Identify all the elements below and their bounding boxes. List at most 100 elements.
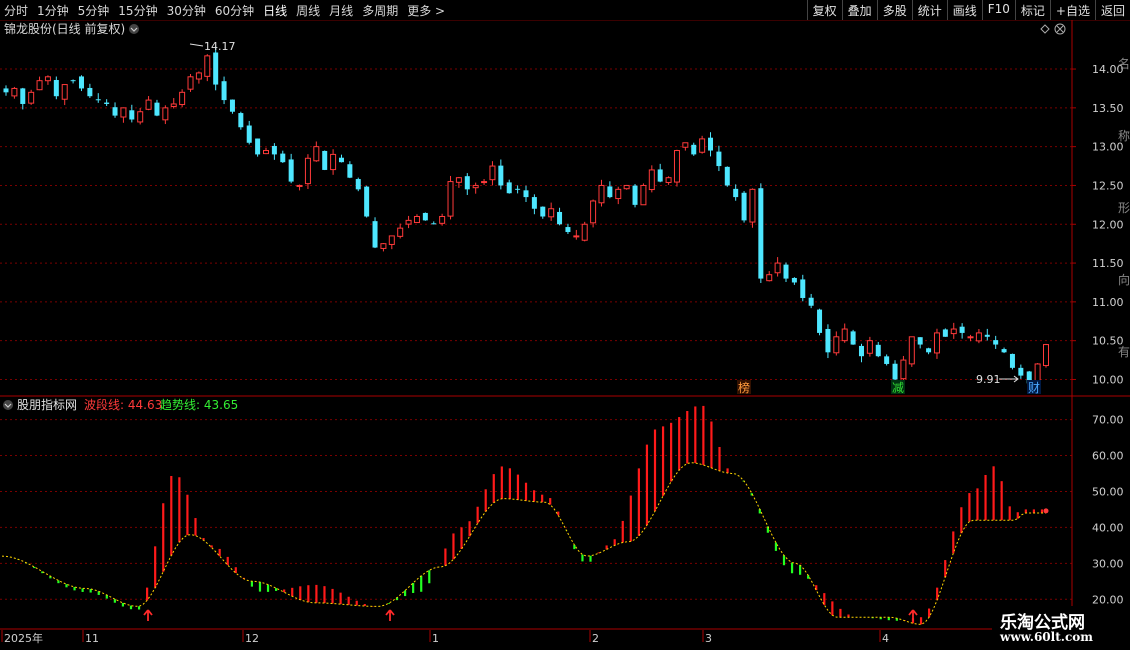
toolbar: 分时 1分钟 5分钟 15分钟 30分钟 60分钟 日线 周线 月线 多周期 更多 > 复权 叠加 多股…: [0, 0, 1130, 21]
candle-body: [195, 72, 202, 80]
candle-body: [724, 166, 730, 186]
candle-body: [926, 348, 932, 353]
candle-body: [322, 150, 328, 170]
close-icon[interactable]: [1054, 23, 1066, 35]
candle-body: [866, 340, 873, 354]
candle-body: [623, 184, 630, 190]
candle-body: [967, 336, 974, 339]
candle-body: [154, 102, 160, 116]
period-tab[interactable]: 1分钟: [37, 2, 69, 19]
candle-body: [280, 153, 286, 163]
side-char: 向: [1118, 272, 1130, 287]
indicator-tick-label: 60.00: [1092, 450, 1124, 463]
candle-body: [78, 76, 84, 89]
candle-body: [271, 145, 277, 155]
period-tab[interactable]: 月线: [329, 2, 353, 19]
candle-body: [481, 181, 488, 184]
candle-body: [263, 150, 269, 155]
candle-body: [1001, 349, 1007, 353]
candle-body: [447, 181, 454, 217]
stock-title: 锦龙股份(日线 前复权): [4, 21, 125, 36]
candle-body: [523, 190, 529, 198]
candle-body: [581, 223, 588, 241]
period-tab[interactable]: 周线: [296, 2, 320, 19]
indicator-tick-label: 70.00: [1092, 414, 1124, 427]
candle-body: [506, 182, 512, 194]
low-pointer-icon: [999, 375, 1019, 383]
candle-body: [120, 107, 127, 118]
candle-body: [741, 192, 747, 221]
candle-body: [900, 359, 907, 380]
watermark-line2: www.60lt.com: [1000, 630, 1093, 644]
candle-body: [162, 107, 169, 121]
candle-body: [975, 332, 982, 342]
candle-body: [170, 103, 177, 107]
candle-body: [648, 169, 655, 191]
candle-body: [950, 328, 957, 335]
period-tab[interactable]: 更多 >: [407, 2, 445, 19]
buy-arrow-icon: [385, 609, 395, 621]
period-tab[interactable]: 日线: [263, 2, 287, 19]
price-tick-label: 12.50: [1092, 179, 1124, 192]
buy-arrow-icon: [908, 609, 918, 621]
toolbar-button[interactable]: 返回: [1094, 0, 1130, 20]
candle-body: [984, 334, 990, 337]
candles: [3, 46, 1049, 389]
candle-body: [145, 99, 152, 110]
high-price-label: 14.17: [204, 40, 236, 53]
candle-body: [413, 216, 420, 224]
price-tick-label: 11.50: [1092, 257, 1124, 270]
period-tab[interactable]: 60分钟: [215, 2, 254, 19]
candle-body: [1018, 367, 1024, 376]
toolbar-button[interactable]: 叠加: [841, 0, 877, 20]
candle-body: [464, 176, 470, 190]
toolbar-button[interactable]: 复权: [806, 0, 842, 20]
price-axis: 10.0010.5011.0011.5012.0012.5013.0013.50…: [1072, 56, 1130, 386]
side-char: 名: [1118, 56, 1130, 71]
candle-body: [590, 200, 597, 224]
period-tab[interactable]: 分时: [4, 2, 28, 19]
period-tab[interactable]: 5分钟: [78, 2, 110, 19]
candle-body: [942, 329, 948, 337]
candle-body: [766, 274, 773, 282]
candle-body: [229, 99, 235, 112]
stock-chart[interactable]: 10.0010.5011.0011.5012.0012.5013.0013.50…: [0, 20, 1130, 650]
candle-body: [20, 88, 26, 104]
diamond-icon[interactable]: [1040, 24, 1050, 34]
high-pointer-icon: [189, 43, 204, 47]
candle-body: [179, 91, 186, 106]
period-tab[interactable]: 15分钟: [118, 2, 157, 19]
candle-body: [783, 264, 789, 279]
collapse-icon[interactable]: [129, 24, 139, 34]
period-tab[interactable]: 多周期: [362, 2, 398, 19]
marker-jian: 减: [892, 381, 904, 395]
toolbar-button[interactable]: 统计: [911, 0, 947, 20]
candle-body: [657, 169, 663, 182]
toolbar-button[interactable]: 标记: [1014, 0, 1050, 20]
candle-body: [993, 340, 999, 345]
candle-body: [489, 165, 496, 181]
candle-body: [933, 332, 940, 354]
candle-body: [959, 326, 965, 333]
side-char: 称: [1118, 129, 1130, 143]
toolbar-button[interactable]: 多股: [876, 0, 912, 20]
candle-body: [691, 144, 697, 155]
watermark: 乐淘公式网 www.60lt.com: [992, 606, 1130, 650]
main-grid: [0, 68, 1072, 380]
candle-body: [372, 221, 378, 248]
period-tab[interactable]: 30分钟: [167, 2, 206, 19]
toolbar-button[interactable]: F10: [981, 0, 1015, 20]
low-price-label: 9.91: [976, 373, 1001, 386]
candle-body: [498, 165, 504, 186]
candle-body: [422, 212, 428, 221]
toolbar-button[interactable]: +自选: [1049, 0, 1095, 20]
candle-body: [758, 188, 764, 279]
indicator-grid: [0, 419, 1072, 600]
candle-body: [565, 227, 571, 233]
candle-body: [908, 336, 915, 365]
candle-body: [70, 80, 76, 82]
candle-body: [129, 110, 135, 120]
candle-body: [455, 177, 462, 183]
date-tick-label: 2: [592, 632, 599, 645]
toolbar-button[interactable]: 画线: [946, 0, 982, 20]
